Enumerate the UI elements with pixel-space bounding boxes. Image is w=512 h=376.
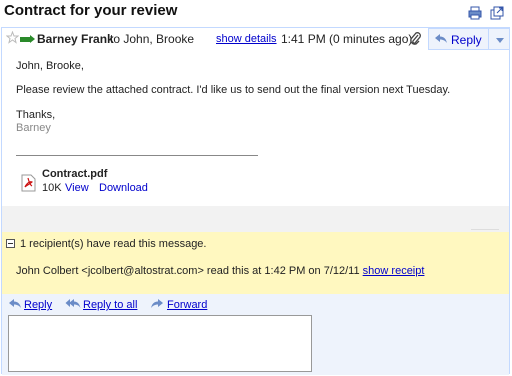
paperclip-icon — [408, 31, 422, 47]
star-icon[interactable] — [5, 30, 20, 44]
show-details-link[interactable]: show details — [216, 33, 277, 45]
forward-link[interactable]: Forward — [167, 299, 207, 311]
greeting: John, Brooke, — [16, 60, 84, 72]
read-receipt-panel: 1 recipient(s) have read this message. J… — [2, 232, 509, 294]
signature: Barney — [16, 122, 51, 134]
receipt-summary: 1 recipient(s) have read this message. — [20, 238, 207, 250]
new-window-icon[interactable] — [490, 6, 504, 20]
message-time: 1:41 PM (0 minutes ago) — [281, 32, 413, 46]
recipients: to John, Brooke — [110, 32, 195, 46]
reply-arrow-icon — [434, 33, 448, 45]
forward-arrow-icon — [150, 297, 164, 309]
pdf-file-icon — [21, 174, 36, 192]
show-receipt-link[interactable]: show receipt — [363, 265, 425, 277]
print-icon[interactable] — [468, 6, 482, 20]
subject-title: Contract for your review — [4, 2, 178, 19]
attachment-download-link[interactable]: Download — [99, 182, 148, 194]
receipt-detail: John Colbert <jcolbert@altostrat.com> re… — [16, 265, 424, 277]
reply-button[interactable]: Reply — [428, 28, 489, 50]
reply-button-label: Reply — [451, 33, 482, 47]
chat-status-icon — [20, 35, 35, 43]
message-header[interactable]: Barney Frank to John, Brooke show detail… — [2, 28, 510, 50]
closing: Thanks, — [16, 109, 56, 121]
attachment-name: Contract.pdf — [42, 168, 108, 180]
reply-link[interactable]: Reply — [24, 299, 52, 311]
collapse-icon[interactable] — [6, 239, 15, 248]
divider — [16, 155, 258, 156]
thread-toolbar — [468, 6, 504, 20]
attachment-view-link[interactable]: View — [65, 182, 89, 194]
sender-name[interactable]: Barney Frank — [37, 32, 114, 46]
attachment-size: 10K — [42, 182, 62, 194]
reply-all-icon — [65, 297, 81, 309]
message-thread: Barney Frank to John, Brooke show detail… — [1, 27, 510, 375]
message-footer-strip — [2, 206, 509, 232]
message-body: Please review the attached contract. I'd… — [16, 84, 451, 96]
reply-arrow-icon — [8, 297, 22, 309]
receipt-detail-text: John Colbert <jcolbert@altostrat.com> re… — [16, 265, 360, 277]
reply-actions-bar: Reply Reply to all Forward — [2, 294, 509, 375]
more-reply-options-button[interactable] — [488, 28, 510, 50]
reply-all-link[interactable]: Reply to all — [83, 299, 137, 311]
reply-compose-box[interactable] — [8, 315, 312, 372]
